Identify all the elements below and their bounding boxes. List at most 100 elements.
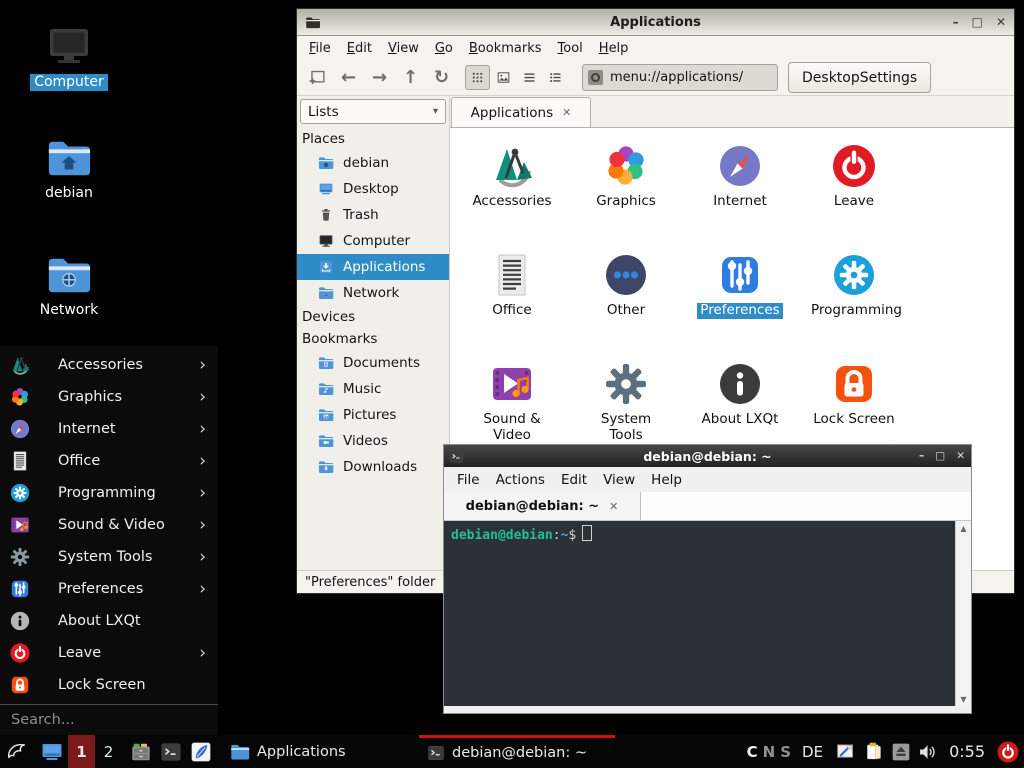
terminal-titlebar[interactable]: debian@debian: ~ – □ ✕ bbox=[444, 445, 971, 467]
maximize-button[interactable]: □ bbox=[972, 10, 983, 34]
prompt-dollar: $ bbox=[568, 528, 576, 543]
terminal-screen[interactable]: debian@debian:~$ bbox=[444, 521, 955, 706]
fm-menu-edit[interactable]: Edit bbox=[339, 38, 380, 59]
submenu-chevron-icon: › bbox=[199, 421, 208, 438]
term-menu-view[interactable]: View bbox=[595, 469, 643, 491]
quicklaunch-filemanager-button[interactable] bbox=[126, 735, 156, 768]
keyboard-layout-indicator[interactable]: DE bbox=[802, 743, 823, 761]
folder-graphics[interactable]: Graphics bbox=[569, 137, 683, 246]
maximize-button[interactable]: □ bbox=[935, 450, 945, 462]
compact-view-button[interactable] bbox=[517, 65, 542, 90]
up-button[interactable]: ↑ bbox=[397, 64, 424, 91]
term-menu-edit[interactable]: Edit bbox=[553, 469, 595, 491]
terminal-tab[interactable]: debian@debian: ~ ✕ bbox=[444, 492, 641, 520]
preferences-icon bbox=[9, 578, 31, 600]
fm-menu-tool[interactable]: Tool bbox=[550, 38, 591, 59]
scroll-up-icon[interactable]: ▲ bbox=[960, 521, 966, 535]
main-menu-button[interactable] bbox=[0, 735, 36, 768]
sidebar-item-documents[interactable]: Documents bbox=[297, 350, 449, 376]
menu-item-sound-video[interactable]: Sound & Video › bbox=[0, 509, 218, 541]
thumbnail-view-button[interactable] bbox=[491, 65, 516, 90]
sidebar-item-pictures[interactable]: Pictures bbox=[297, 402, 449, 428]
task-button-terminal[interactable]: debian@debian: ~ bbox=[419, 735, 615, 768]
sidebar-mode-select[interactable]: Lists ▾ bbox=[300, 99, 446, 124]
back-button[interactable]: ← bbox=[335, 64, 362, 91]
desktop-icon-debian[interactable]: debian bbox=[21, 135, 117, 202]
folder-office[interactable]: Office bbox=[455, 246, 569, 355]
fm-menu-bookmarks[interactable]: Bookmarks bbox=[461, 38, 550, 59]
folder-preferences[interactable]: Preferences bbox=[683, 246, 797, 355]
close-button[interactable]: ✕ bbox=[996, 10, 1006, 34]
folder-leave[interactable]: Leave bbox=[797, 137, 911, 246]
sidebar-item-downloads[interactable]: Downloads bbox=[297, 454, 449, 480]
menu-search-input[interactable] bbox=[9, 711, 209, 729]
sidebar-item-music[interactable]: Music bbox=[297, 376, 449, 402]
task-button-applications[interactable]: Applications bbox=[222, 735, 414, 768]
sidebar-item-computer[interactable]: Computer bbox=[297, 228, 449, 254]
menu-item-accessories[interactable]: Accessories › bbox=[0, 349, 218, 381]
folder-other[interactable]: Other bbox=[569, 246, 683, 355]
term-menu-file[interactable]: File bbox=[449, 469, 488, 491]
sidebar-item-applications[interactable]: Applications bbox=[297, 254, 449, 280]
tab-close-icon[interactable]: ✕ bbox=[562, 106, 571, 119]
terminal-menubar: File Actions Edit View Help bbox=[444, 467, 971, 492]
pictures-folder-icon bbox=[318, 407, 334, 423]
status-text: "Preferences" folder bbox=[305, 575, 435, 590]
sidebar-item-debian[interactable]: debian bbox=[297, 150, 449, 176]
graphics-icon bbox=[9, 386, 31, 408]
close-button[interactable]: ✕ bbox=[956, 450, 965, 462]
desktop-icon-network[interactable]: Network bbox=[21, 252, 117, 319]
terminal-scrollbar[interactable]: ▲ ▼ bbox=[955, 521, 971, 706]
menu-item-programming[interactable]: Programming › bbox=[0, 477, 218, 509]
clipboard-tray-button[interactable] bbox=[863, 735, 884, 768]
screenshot-tray-button[interactable] bbox=[835, 735, 856, 768]
workspace-2-button[interactable]: 2 bbox=[95, 735, 122, 768]
term-menu-actions[interactable]: Actions bbox=[488, 469, 553, 491]
menu-item-graphics[interactable]: Graphics › bbox=[0, 381, 218, 413]
prompt-colon: : bbox=[553, 528, 561, 543]
new-tab-button[interactable] bbox=[304, 64, 331, 91]
workspace-1-button[interactable]: 1 bbox=[68, 735, 95, 768]
volume-button[interactable] bbox=[918, 735, 938, 768]
sidebar-item-videos[interactable]: Videos bbox=[297, 428, 449, 454]
fm-menu-view[interactable]: View bbox=[380, 38, 427, 59]
desktop-icon-computer[interactable]: Computer bbox=[21, 22, 117, 91]
detailed-view-button[interactable] bbox=[543, 65, 568, 90]
sidebar-item-desktop[interactable]: Desktop bbox=[297, 176, 449, 202]
computer-icon bbox=[45, 22, 93, 70]
minimize-button[interactable]: – bbox=[953, 10, 959, 34]
reload-button[interactable]: ↻ bbox=[428, 64, 455, 91]
folder-internet[interactable]: Internet bbox=[683, 137, 797, 246]
term-menu-help[interactable]: Help bbox=[643, 469, 690, 491]
menu-item-lock-screen[interactable]: Lock Screen bbox=[0, 669, 218, 701]
icon-view-button[interactable] bbox=[465, 65, 490, 90]
fm-titlebar[interactable]: Applications – □ ✕ bbox=[297, 9, 1014, 36]
tab-close-icon[interactable]: ✕ bbox=[609, 500, 618, 513]
trash-icon bbox=[318, 207, 334, 223]
fm-menu-help[interactable]: Help bbox=[591, 38, 637, 59]
desktop-settings-button[interactable]: DesktopSettings bbox=[788, 62, 931, 93]
quicklaunch-editor-button[interactable] bbox=[186, 735, 216, 768]
folder-accessories[interactable]: Accessories bbox=[455, 137, 569, 246]
fm-menu-file[interactable]: File bbox=[301, 38, 339, 59]
show-desktop-button[interactable] bbox=[36, 735, 68, 768]
leave-tray-button[interactable] bbox=[996, 735, 1020, 768]
fm-menu-go[interactable]: Go bbox=[427, 38, 461, 59]
forward-button[interactable]: → bbox=[366, 64, 393, 91]
removable-media-button[interactable] bbox=[891, 735, 911, 768]
minimize-button[interactable]: – bbox=[919, 450, 924, 462]
menu-item-leave[interactable]: Leave › bbox=[0, 637, 218, 669]
clock[interactable]: 0:55 bbox=[949, 742, 985, 761]
folder-programming[interactable]: Programming bbox=[797, 246, 911, 355]
menu-item-about-lxqt[interactable]: About LXQt bbox=[0, 605, 218, 637]
tab-applications[interactable]: Applications ✕ bbox=[451, 97, 591, 127]
menu-item-office[interactable]: Office › bbox=[0, 445, 218, 477]
menu-item-preferences[interactable]: Preferences › bbox=[0, 573, 218, 605]
menu-item-internet[interactable]: Internet › bbox=[0, 413, 218, 445]
sidebar-item-network[interactable]: Network bbox=[297, 280, 449, 306]
menu-item-system-tools[interactable]: System Tools › bbox=[0, 541, 218, 573]
scroll-down-icon[interactable]: ▼ bbox=[960, 692, 966, 706]
address-bar[interactable]: menu://applications/ bbox=[582, 64, 778, 91]
quicklaunch-terminal-button[interactable] bbox=[156, 735, 186, 768]
sidebar-item-trash[interactable]: Trash bbox=[297, 202, 449, 228]
